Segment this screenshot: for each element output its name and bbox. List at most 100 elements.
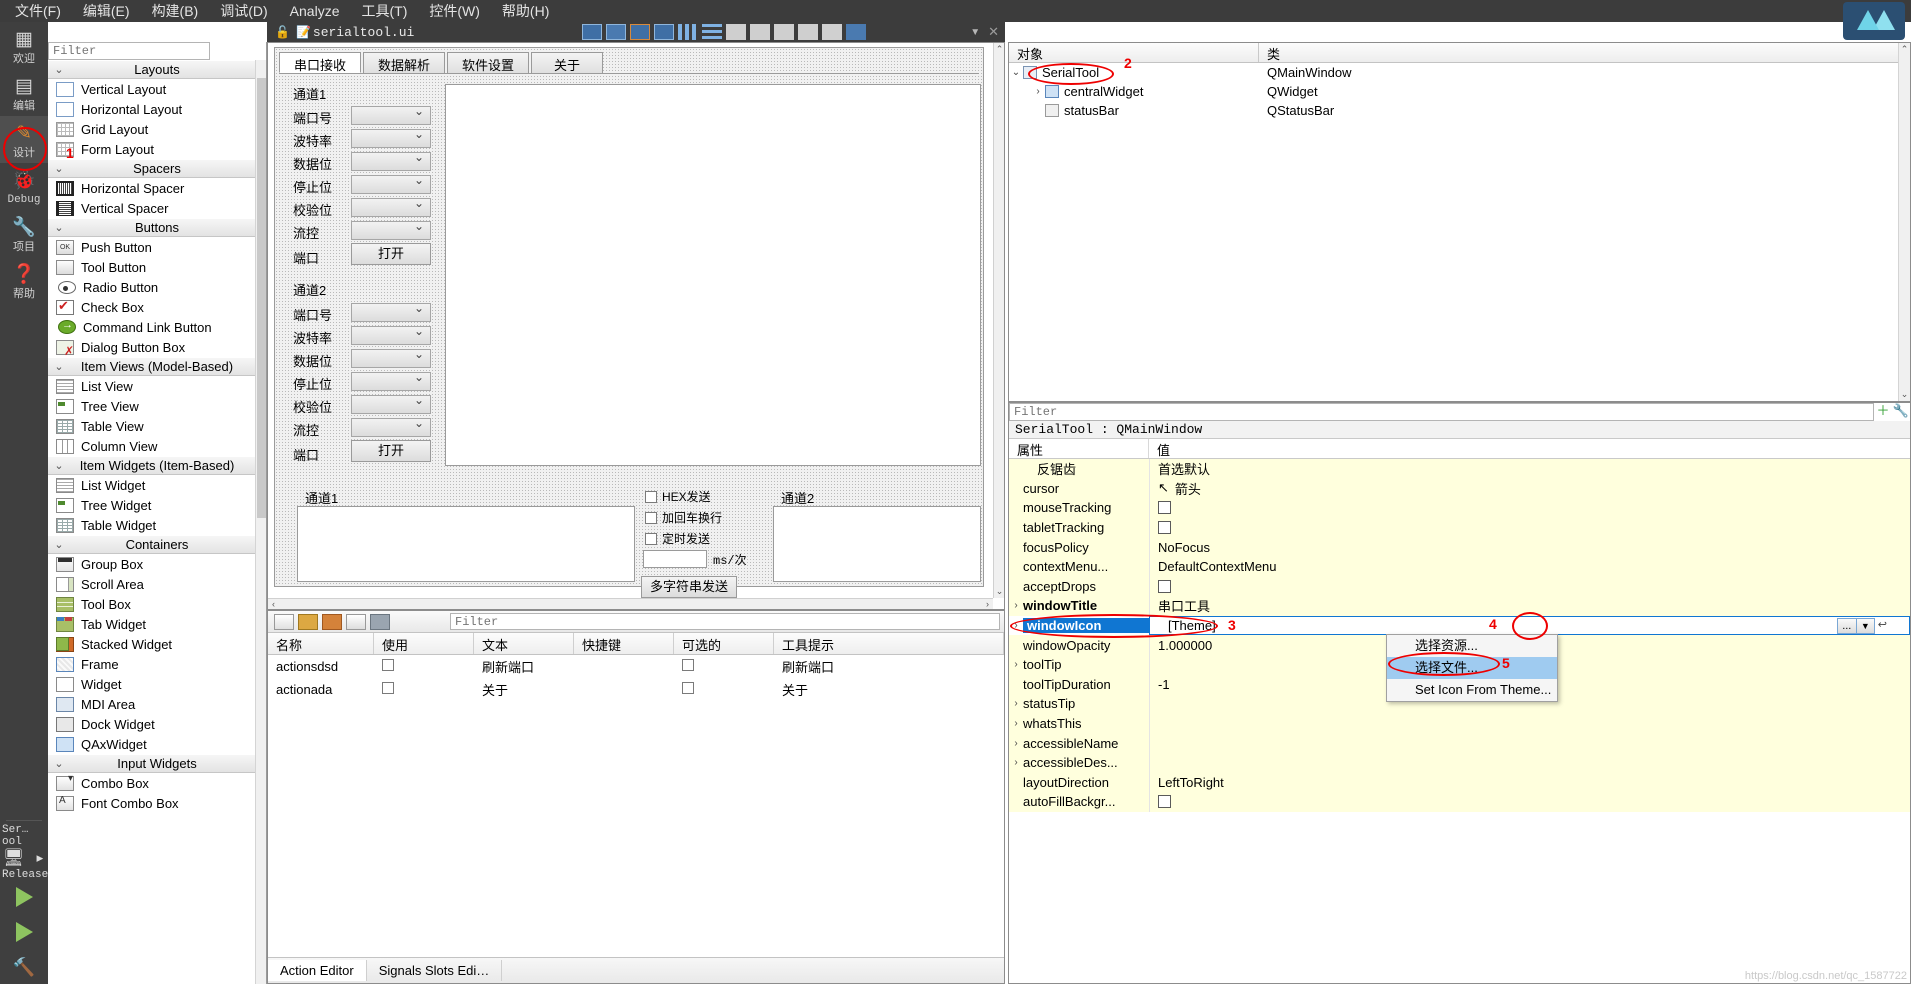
combo-parity-1[interactable] [351, 196, 431, 217]
edit-widgets-icon[interactable] [582, 24, 602, 40]
edit-signals-icon[interactable] [606, 24, 626, 40]
break-layout-icon[interactable] [822, 24, 842, 40]
unlocked-icon[interactable]: 🔓 [275, 25, 290, 39]
widget-item[interactable]: Tool Button [48, 257, 266, 277]
combo-databits-1[interactable] [351, 150, 431, 171]
checkable-checkbox[interactable] [682, 659, 694, 671]
menu-tools[interactable]: 工具(T) [350, 0, 418, 23]
property-value[interactable] [1149, 576, 1910, 597]
action-checkable[interactable] [674, 682, 774, 697]
tab-data-parse[interactable]: 数据解析 [363, 52, 446, 73]
widget-item[interactable]: Table View [48, 416, 266, 436]
canvas-horizontal-scrollbar[interactable]: ‹ › [268, 598, 993, 609]
combo-databits-2[interactable] [351, 347, 431, 368]
tab-about[interactable]: 关于 [531, 52, 604, 73]
property-value[interactable] [1149, 713, 1910, 734]
property-row[interactable]: › windowTitle 串口工具 [1009, 596, 1910, 616]
menu-help[interactable]: 帮助(H) [491, 0, 560, 23]
layout-vertical-icon[interactable] [702, 24, 722, 40]
chevron-right-icon[interactable]: › [1009, 738, 1023, 749]
open-file-name[interactable]: serialtool.ui [313, 25, 414, 40]
build-button[interactable]: 🔨 [0, 951, 48, 984]
chevron-down-icon[interactable]: ⌄ [1899, 389, 1910, 400]
widget-item[interactable]: Scroll Area [48, 574, 266, 594]
property-value[interactable] [1149, 517, 1910, 538]
edit-tab-order-icon[interactable] [654, 24, 674, 40]
mode-help[interactable]: ❓ 帮助 [0, 257, 48, 304]
widget-box-filter-input[interactable] [48, 42, 210, 60]
config-icon[interactable]: 🔧 [1892, 403, 1910, 421]
property-row[interactable]: focusPolicy NoFocus [1009, 537, 1910, 557]
reset-icon[interactable]: ↩ [1878, 618, 1887, 634]
widget-group-header[interactable]: ⌄ Item Views (Model-Based) [48, 357, 266, 376]
widget-item[interactable]: Form Layout [48, 139, 266, 159]
browse-button[interactable]: ... [1836, 617, 1857, 634]
layout-grid-icon[interactable] [798, 24, 818, 40]
menu-widgets[interactable]: 控件(W) [418, 0, 491, 23]
delete-icon[interactable] [346, 613, 366, 630]
action-used[interactable] [374, 659, 474, 674]
open-button-1[interactable]: 打开 [351, 243, 431, 265]
widget-item[interactable]: List Widget [48, 475, 266, 495]
action-checkable[interactable] [674, 659, 774, 674]
widget-group-header[interactable]: ⌄ Input Widgets [48, 754, 266, 773]
widget-box-scrollbar[interactable] [255, 60, 266, 984]
chevron-down-icon[interactable]: ⌄ [994, 586, 1004, 597]
multi-string-send-button[interactable]: 多字符串发送 [641, 576, 737, 598]
widget-item[interactable]: Group Box [48, 554, 266, 574]
checkbox-timed-send-box[interactable] [645, 532, 657, 545]
tab-serial-receive[interactable]: 串口接收 [279, 52, 362, 73]
table-row[interactable]: actionsdsd 刷新端口 刷新端口 [268, 655, 1004, 678]
property-row[interactable]: tabletTracking [1009, 517, 1910, 538]
widget-group-header[interactable]: ⌄ Containers [48, 535, 266, 554]
layout-splitter-v-icon[interactable] [750, 24, 770, 40]
run-button[interactable] [0, 881, 48, 916]
widget-item[interactable]: Horizontal Spacer [48, 178, 266, 198]
receive-display-area[interactable] [445, 84, 981, 466]
object-row-serialtool[interactable]: ⌄ SerialTool QMainWindow [1009, 63, 1910, 82]
property-value[interactable] [1149, 733, 1910, 753]
edit-buddies-icon[interactable] [630, 24, 650, 40]
mode-edit[interactable]: ▤ 编辑 [0, 69, 48, 116]
property-value[interactable]: LeftToRight [1149, 772, 1910, 793]
chevron-down-icon[interactable]: ▼ [970, 27, 980, 38]
widget-item[interactable]: Widget [48, 674, 266, 694]
chevron-up-icon[interactable]: ⌃ [994, 44, 1004, 55]
action-editor-filter-input[interactable] [450, 613, 1000, 630]
checkbox-append-crlf[interactable]: 加回车换行 [645, 509, 722, 526]
property-value[interactable]: ↖ 箭头 [1149, 478, 1910, 499]
table-row[interactable]: actionada 关于 关于 [268, 678, 1004, 701]
widget-item[interactable]: QAxWidget [48, 734, 266, 754]
paste-icon[interactable] [322, 613, 342, 630]
used-checkbox[interactable] [382, 682, 394, 694]
combo-baudrate-2[interactable] [351, 324, 431, 345]
menu-analyze[interactable]: Analyze [279, 1, 351, 21]
new-icon[interactable] [274, 613, 294, 630]
property-value[interactable] [1149, 792, 1910, 812]
property-row[interactable]: › whatsThis [1009, 713, 1910, 734]
tab-signals-slots-editor[interactable]: Signals Slots Edi… [367, 960, 503, 981]
widget-item[interactable]: Tool Box [48, 594, 266, 614]
send-textbox-2[interactable] [773, 506, 981, 582]
combo-stopbits-1[interactable] [351, 173, 431, 194]
widget-group-header[interactable]: ⌄ Layouts [48, 60, 266, 79]
menu-item-set-icon-from-theme[interactable]: Set Icon From Theme... [1387, 679, 1557, 701]
open-button-2[interactable]: 打开 [351, 440, 431, 462]
checkable-checkbox[interactable] [682, 682, 694, 694]
layout-form-icon[interactable] [774, 24, 794, 40]
object-row-statusbar[interactable]: statusBar QStatusBar [1009, 101, 1910, 120]
combo-parity-2[interactable] [351, 393, 431, 414]
property-row[interactable]: 反锯齿 首选默认 [1009, 459, 1910, 479]
widget-group-header[interactable]: ⌄ Spacers [48, 159, 266, 178]
chevron-right-icon[interactable]: › [1009, 659, 1023, 670]
property-row[interactable]: cursor ↖ 箭头 [1009, 478, 1910, 499]
widget-item[interactable]: Dialog Button Box [48, 337, 266, 358]
debug-button[interactable] [0, 916, 48, 951]
widget-item[interactable]: Frame [48, 654, 266, 674]
canvas-vertical-scrollbar[interactable]: ⌃ ⌄ [993, 43, 1004, 598]
widget-item[interactable]: Horizontal Layout [48, 99, 266, 119]
menu-file[interactable]: 文件(F) [4, 0, 72, 23]
object-inspector-scrollbar[interactable]: ⌃ ⌄ [1898, 43, 1910, 401]
adjust-size-icon[interactable] [846, 24, 866, 40]
widget-item[interactable]: Table Widget [48, 515, 266, 535]
